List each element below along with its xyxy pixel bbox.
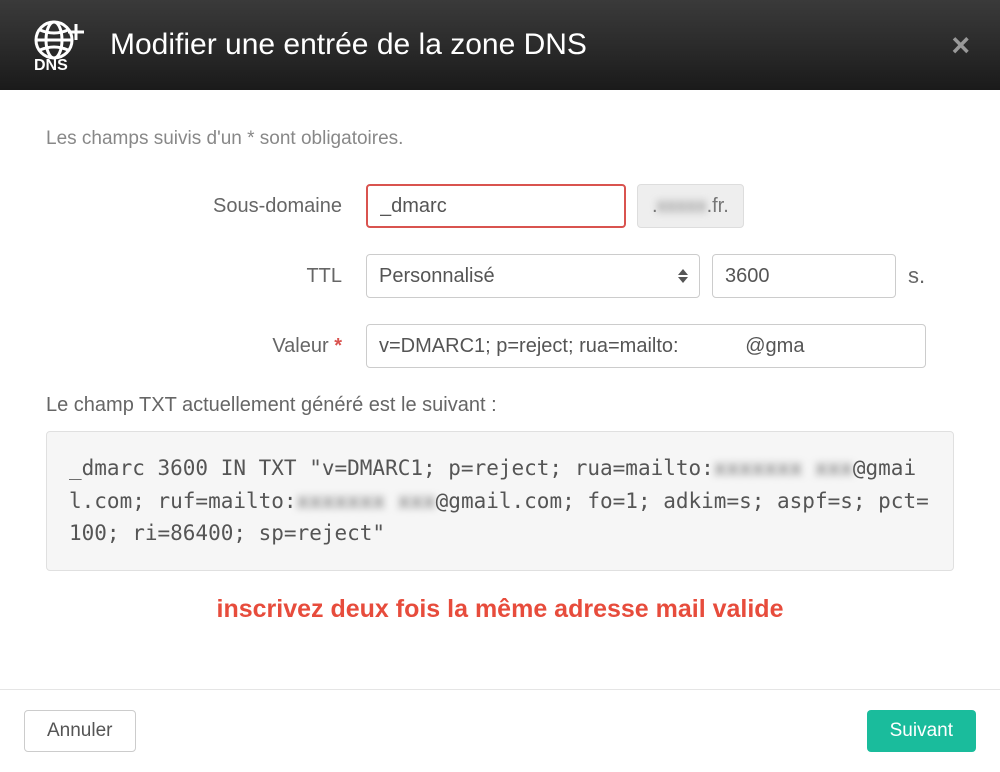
- ttl-select[interactable]: Personnalisé: [366, 254, 700, 298]
- value-input[interactable]: [366, 324, 926, 368]
- ttl-number-input[interactable]: [712, 254, 896, 298]
- cancel-button[interactable]: Annuler: [24, 710, 136, 752]
- required-fields-help: Les champs suivis d'un * sont obligatoir…: [46, 128, 954, 150]
- value-label: Valeur *: [46, 335, 366, 358]
- generated-txt-label: Le champ TXT actuellement généré est le …: [46, 394, 954, 417]
- generated-txt-box: _dmarc 3600 IN TXT "v=DMARC1; p=reject; …: [46, 431, 954, 571]
- svg-text:DNS: DNS: [34, 57, 68, 72]
- dns-icon: DNS: [30, 18, 90, 72]
- ttl-label: TTL: [46, 265, 366, 288]
- modal-title: Modifier une entrée de la zone DNS: [110, 28, 587, 62]
- instruction-note: inscrivez deux fois la même adresse mail…: [46, 595, 954, 624]
- close-icon[interactable]: ×: [951, 29, 970, 61]
- subdomain-label: Sous-domaine: [46, 195, 366, 218]
- domain-suffix: .xxxxx.fr.: [637, 184, 744, 228]
- ttl-row: TTL Personnalisé s.: [46, 254, 954, 298]
- value-row: Valeur *: [46, 324, 954, 368]
- next-button[interactable]: Suivant: [867, 710, 976, 752]
- subdomain-row: Sous-domaine .xxxxx.fr.: [46, 184, 954, 228]
- modal-header: DNS Modifier une entrée de la zone DNS ×: [0, 0, 1000, 90]
- ttl-unit: s.: [908, 263, 925, 289]
- subdomain-input[interactable]: [366, 184, 626, 228]
- modal-body: Les champs suivis d'un * sont obligatoir…: [0, 90, 1000, 689]
- modal-footer: Annuler Suivant: [0, 689, 1000, 772]
